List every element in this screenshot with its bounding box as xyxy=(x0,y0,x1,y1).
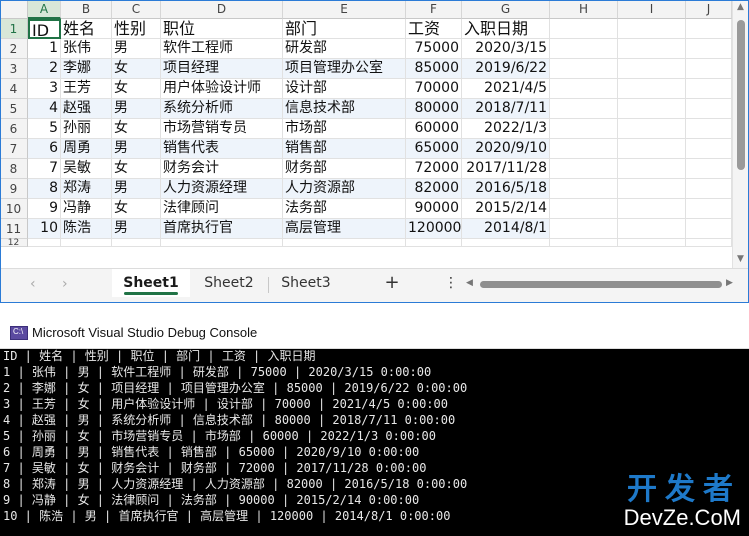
console-line: 6 | 周勇 | 男 | 销售代表 | 销售部 | 65000 | 2020/9… xyxy=(3,445,420,459)
console-line: 3 | 王芳 | 女 | 用户体验设计师 | 设计部 | 70000 | 202… xyxy=(3,397,448,411)
console-line: 5 | 孙丽 | 女 | 市场营销专员 | 市场部 | 60000 | 2022… xyxy=(3,429,436,443)
console-icon-text: C:\ xyxy=(13,327,24,336)
watermark-chinese-text: 开发者 xyxy=(627,472,741,507)
console-app-icon: C:\ xyxy=(10,326,28,340)
console-header-line: ID | 姓名 | 性别 | 职位 | 部门 | 工资 | 入职日期 xyxy=(3,349,316,363)
excel-window-border xyxy=(0,0,749,303)
console-line: 2 | 李娜 | 女 | 项目经理 | 项目管理办公室 | 85000 | 20… xyxy=(3,381,468,395)
console-title: Microsoft Visual Studio Debug Console xyxy=(32,325,258,340)
excel-window: A B C D E F G H I J 1 2 3 4 5 6 7 8 9 10 11 12 ID 姓名 性别 职位 部门 工资 入职日… xyxy=(0,0,749,303)
watermark-logo: 开发者 DevZe.CoM xyxy=(624,474,741,530)
console-line: 1 | 张伟 | 男 | 软件工程师 | 研发部 | 75000 | 2020/… xyxy=(3,365,432,379)
console-title-bar: C:\ Microsoft Visual Studio Debug Consol… xyxy=(0,318,749,349)
watermark-english-text: DevZe.CoM xyxy=(623,505,741,530)
debug-console-window: C:\ Microsoft Visual Studio Debug Consol… xyxy=(0,318,749,536)
console-line: 4 | 赵强 | 男 | 系统分析师 | 信息技术部 | 80000 | 201… xyxy=(3,413,456,427)
